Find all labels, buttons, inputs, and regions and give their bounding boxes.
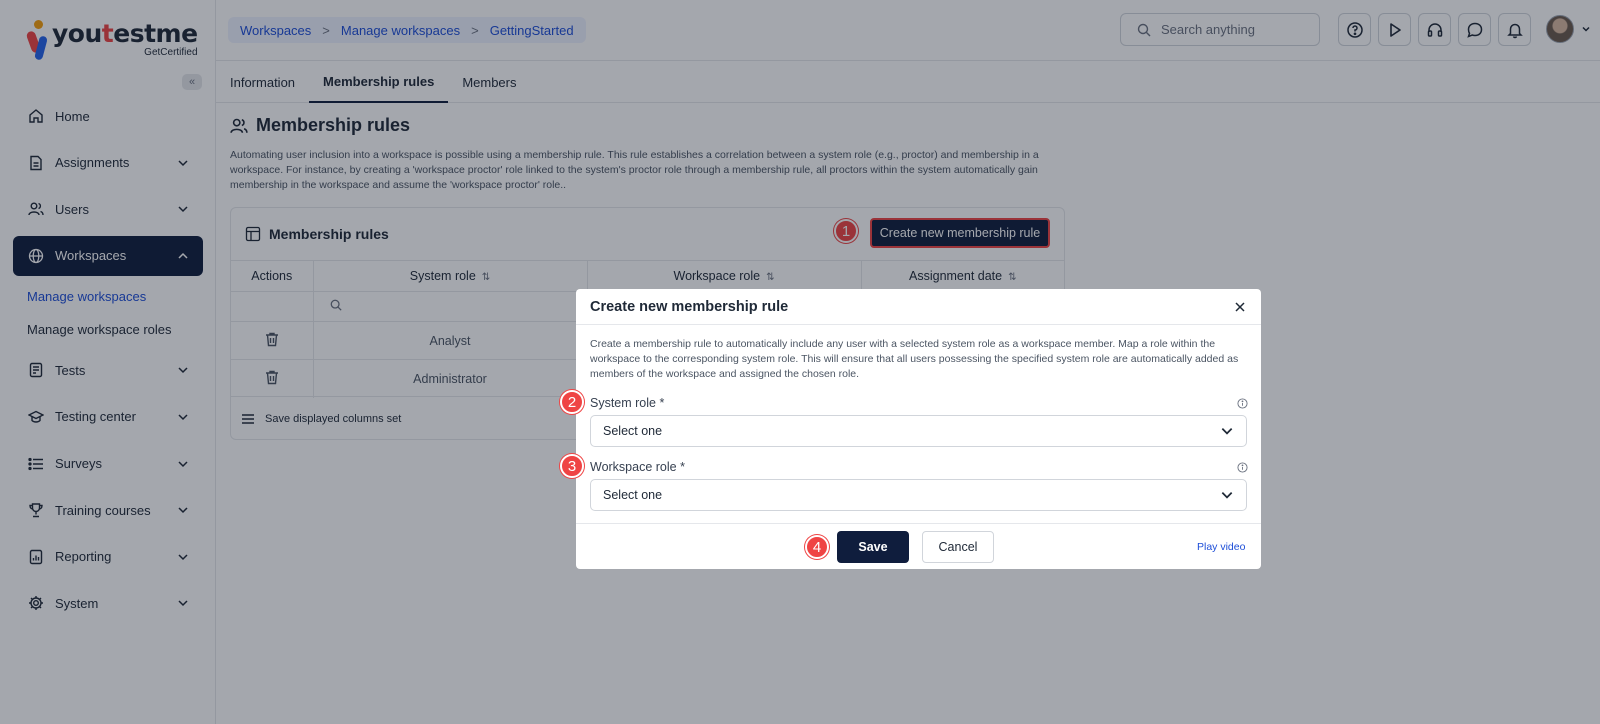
- chevron-down-icon: [1221, 492, 1233, 499]
- play-video-link[interactable]: Play video: [1197, 541, 1245, 553]
- system-role-label: System role *: [590, 396, 665, 410]
- dialog-title: Create new membership rule: [576, 289, 1261, 325]
- cancel-button[interactable]: Cancel: [922, 531, 994, 563]
- workspace-role-select[interactable]: Select one: [590, 479, 1247, 511]
- system-role-selected-value: Select one: [603, 424, 663, 438]
- info-icon[interactable]: [1237, 462, 1248, 473]
- step-badge-2: 2: [560, 390, 584, 414]
- step-badge-4: 4: [805, 535, 829, 559]
- dialog-footer: 4 Save Cancel Play video: [576, 523, 1261, 569]
- step-badge-3: 3: [560, 454, 584, 478]
- save-button[interactable]: Save: [837, 531, 909, 563]
- dialog-description: Create a membership rule to automaticall…: [590, 338, 1239, 380]
- workspace-role-label: Workspace role *: [590, 460, 685, 474]
- close-dialog-button[interactable]: [1231, 298, 1249, 316]
- close-icon: [1235, 302, 1245, 312]
- info-icon[interactable]: [1237, 398, 1248, 409]
- system-role-select[interactable]: Select one: [590, 415, 1247, 447]
- create-membership-rule-dialog: Create new membership rule Create a memb…: [560, 289, 1261, 569]
- chevron-down-icon: [1221, 428, 1233, 435]
- workspace-role-selected-value: Select one: [603, 488, 663, 502]
